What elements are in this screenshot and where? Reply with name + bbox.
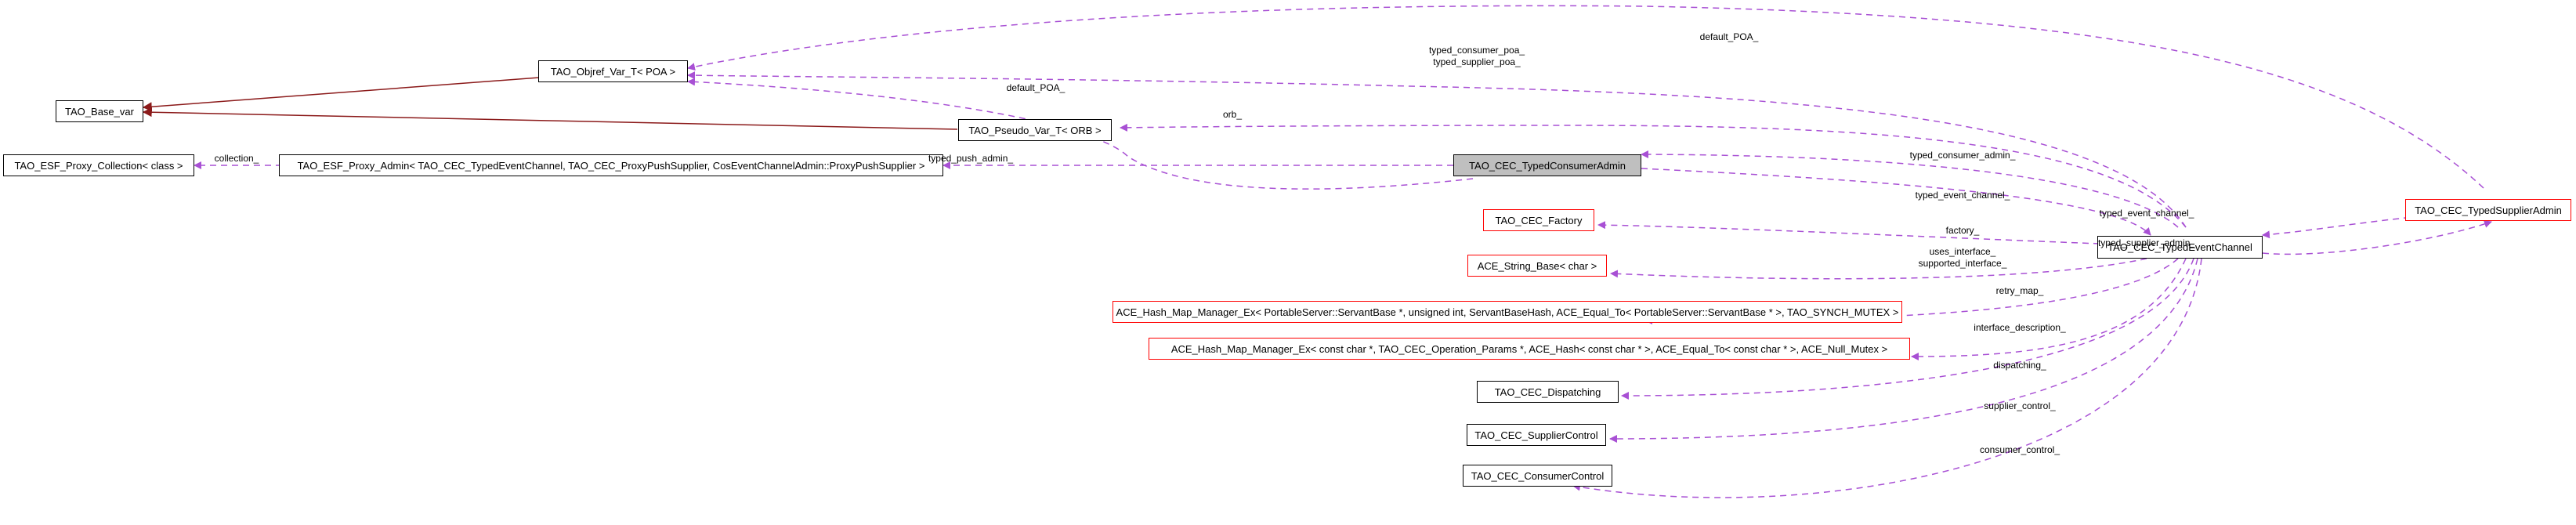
- edge-label-collection: collection_: [214, 153, 259, 164]
- edge-label-typed-consumer-poa: typed_consumer_poa_: [1428, 45, 1525, 56]
- node-typed-supplier-admin[interactable]: TAO_CEC_TypedSupplierAdmin: [2405, 199, 2571, 221]
- edge-typed-supplier-admin: [2262, 220, 2492, 255]
- edge-label-supplier-control: supplier_control_: [1984, 400, 2056, 411]
- node-label: TAO_CEC_TypedConsumerAdmin: [1469, 159, 1626, 172]
- edge-label-default-poa-a: default_POA_: [1006, 82, 1065, 93]
- edge-label-typed-consumer-admin: typed_consumer_admin_: [1909, 150, 2016, 161]
- node-label: TAO_CEC_Dispatching: [1494, 386, 1601, 398]
- node-label: TAO_Base_var: [65, 105, 134, 118]
- edge-label-supported-interface: supported_interface_: [1918, 258, 2007, 269]
- node-label: ACE_String_Base< char >: [1477, 259, 1597, 272]
- edge-consumer-control: [1572, 258, 2202, 498]
- node-label: TAO_CEC_TypedSupplierAdmin: [2415, 204, 2562, 216]
- node-proxy-collection[interactable]: TAO_ESF_Proxy_Collection< class >: [3, 154, 194, 176]
- edge-orb: [1120, 123, 2187, 228]
- node-label: TAO_Pseudo_Var_T< ORB >: [968, 124, 1102, 136]
- node-label: ACE_Hash_Map_Manager_Ex< PortableServer:…: [1116, 306, 1899, 318]
- edge-label-orb: orb_: [1222, 109, 1243, 120]
- node-tao-pseudo-var[interactable]: TAO_Pseudo_Var_T< ORB >: [958, 119, 1112, 141]
- node-tao-cec-consumer-control[interactable]: TAO_CEC_ConsumerControl: [1463, 465, 1612, 487]
- edge-objref-to-base: [142, 77, 540, 112]
- node-hash-map-servant[interactable]: ACE_Hash_Map_Manager_Ex< PortableServer:…: [1113, 301, 1902, 323]
- edge-label-factory: factory_: [1945, 225, 1980, 236]
- edge-dispatching: [1621, 258, 2194, 400]
- edge-label-default-poa-b: default_POA_: [1699, 31, 1759, 42]
- node-tao-cec-factory[interactable]: TAO_CEC_Factory: [1483, 209, 1594, 231]
- edge-label-retry-map: retry_map_: [1995, 285, 2044, 296]
- node-typed-consumer-admin[interactable]: TAO_CEC_TypedConsumerAdmin: [1453, 154, 1641, 176]
- edge-factory: [1597, 221, 2100, 244]
- collaboration-graph: [142, 5, 2492, 498]
- node-ace-string-base[interactable]: ACE_String_Base< char >: [1467, 255, 1607, 277]
- edge-label-interface-description: interface_description_: [1974, 322, 2066, 333]
- edge-label-uses-interface: uses_interface_: [1929, 246, 1996, 257]
- edge-string-base: [1610, 258, 2147, 280]
- node-label: ACE_Hash_Map_Manager_Ex< const char *, T…: [1170, 342, 1888, 355]
- node-label: TAO_CEC_ConsumerControl: [1471, 469, 1605, 482]
- edge-interface-description: [1911, 258, 2187, 360]
- node-label: TAO_ESF_Proxy_Admin< TAO_CEC_TypedEventC…: [297, 159, 925, 172]
- edge-label-typed-event-channel-b: typed_event_channel_: [2099, 208, 2194, 219]
- edge-pseudo-to-base: [142, 107, 958, 130]
- node-hash-map-params[interactable]: ACE_Hash_Map_Manager_Ex< const char *, T…: [1149, 338, 1910, 360]
- edge-label-typed-event-channel-a: typed_event_channel_: [1915, 190, 2010, 201]
- edge-label-dispatching: dispatching_: [1993, 360, 2046, 371]
- edge-label-consumer-control: consumer_control_: [1979, 444, 2060, 455]
- node-label: TAO_CEC_SupplierControl: [1474, 429, 1598, 441]
- inheritance-edges: [142, 77, 958, 130]
- edge-typed-event-channel-a: [1641, 168, 2151, 236]
- node-label: TAO_ESF_Proxy_Collection< class >: [14, 159, 183, 172]
- edge-typed-event-channel-b: [2262, 215, 2422, 239]
- node-tao-base-var[interactable]: TAO_Base_var: [56, 100, 143, 122]
- edge-label-typed-supplier-poa: typed_supplier_poa_: [1433, 56, 1521, 67]
- edge-typed-consumer-admin: [1641, 150, 2179, 228]
- edge-label-typed-push-admin: typed_push_admin_: [928, 153, 1014, 164]
- node-label: TAO_CEC_Factory: [1495, 214, 1583, 226]
- node-tao-cec-supplier-control[interactable]: TAO_CEC_SupplierControl: [1467, 424, 1606, 446]
- node-tao-cec-dispatching[interactable]: TAO_CEC_Dispatching: [1477, 381, 1619, 403]
- edge-label-typed-supplier-admin: typed_supplier_admin_: [2097, 237, 2196, 248]
- node-proxy-admin[interactable]: TAO_ESF_Proxy_Admin< TAO_CEC_TypedEventC…: [279, 154, 943, 176]
- node-tao-objref-var[interactable]: TAO_Objref_Var_T< POA >: [538, 60, 688, 82]
- node-label: TAO_Objref_Var_T< POA >: [550, 65, 676, 78]
